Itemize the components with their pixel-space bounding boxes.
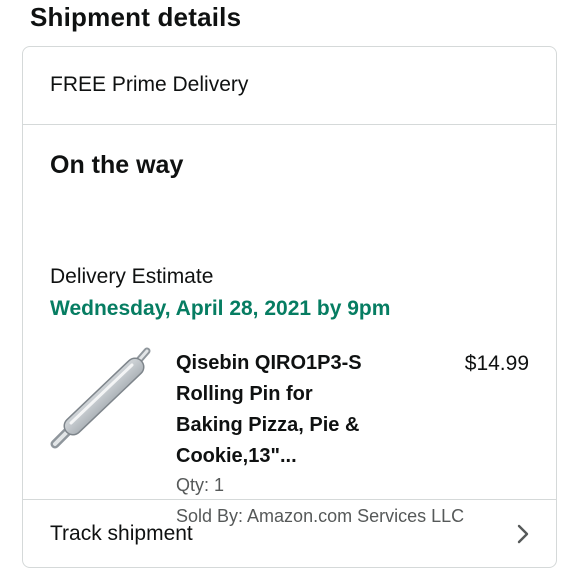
shipment-status: On the way — [50, 151, 184, 179]
delivery-type: FREE Prime Delivery — [23, 47, 556, 125]
product-title[interactable]: Qisebin QIRO1P3-S Rolling Pin for Baking… — [176, 348, 406, 472]
product-quantity: Qty: 1 — [176, 475, 225, 495]
track-shipment-label: Track shipment — [50, 521, 193, 545]
product-title-line: Rolling Pin for — [176, 383, 313, 405]
product-title-line: Cookie,13"... — [176, 445, 297, 467]
rolling-pin-image[interactable] — [49, 345, 153, 451]
product-title-line: Qisebin QIRO1P3-S — [176, 352, 362, 374]
shipment-body: On the way Delivery Estimate Wednesday, … — [23, 125, 556, 526]
section-title: Shipment details — [30, 2, 242, 32]
product-price: $14.99 — [464, 352, 529, 375]
delivery-estimate-date: Wednesday, April 28, 2021 by 9pm — [50, 297, 391, 320]
shipment-card: FREE Prime Delivery On the way Delivery … — [22, 46, 557, 568]
chevron-right-icon — [512, 523, 534, 545]
shipment-details-page: Shipment details FREE Prime Delivery On … — [0, 0, 580, 580]
product-seller: Sold By: Amazon.com Services LLC — [176, 506, 465, 526]
product-title-line: Baking Pizza, Pie & — [176, 414, 360, 436]
delivery-estimate-label: Delivery Estimate — [50, 265, 214, 288]
